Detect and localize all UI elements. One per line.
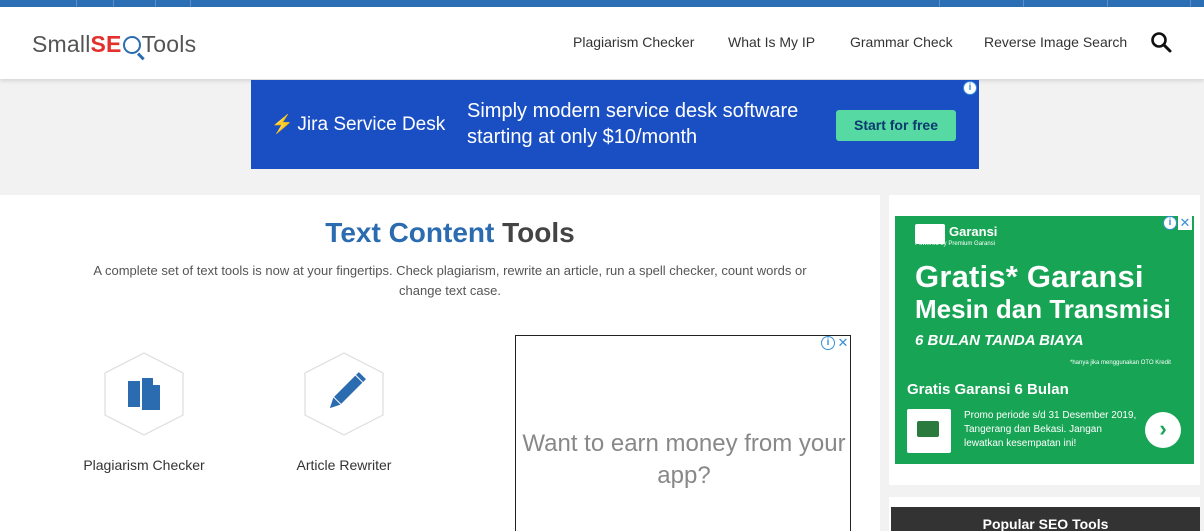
site-logo[interactable]: SmallSE Tools	[32, 31, 196, 58]
start-for-free-button[interactable]: Start for free	[836, 110, 956, 141]
popular-tools-heading: Popular SEO Tools	[891, 507, 1200, 531]
page-title: Text Content Tools	[325, 217, 575, 248]
adchoices-icon[interactable]: i	[1163, 216, 1177, 230]
nav-plagiarism-checker[interactable]: Plagiarism Checker	[573, 34, 694, 50]
nav-reverse-image-search[interactable]: Reverse Image Search	[984, 34, 1127, 50]
pencil-icon	[329, 372, 366, 409]
adchoices-icon[interactable]: i	[821, 336, 835, 350]
ad-promo: 6 BULAN TANDA BIAYA	[915, 332, 1084, 349]
tool-article-rewriter[interactable]: Article Rewriter	[264, 351, 424, 473]
adchoices-icon[interactable]: i	[963, 81, 977, 95]
app-monetization-ad[interactable]: Want to earn money from your app?	[515, 335, 851, 531]
ad-text: Want to earn money from your app?	[522, 430, 846, 489]
jira-brand: ⚡ Jira Service Desk	[271, 114, 446, 135]
top-accent-bar	[0, 0, 1204, 7]
nav-what-is-my-ip[interactable]: What Is My IP	[728, 34, 815, 50]
search-icon[interactable]	[1150, 31, 1172, 53]
tool-label: Article Rewriter	[296, 457, 392, 473]
ad-headline-2: Mesin dan Transmisi	[915, 294, 1171, 324]
ad-description: Promo periode s/d 31 Desember 2019, Tang…	[964, 410, 1137, 449]
chevron-right-icon[interactable]: ›	[1145, 412, 1181, 448]
tool-hexagon	[303, 351, 385, 437]
ad-powered-by: Powered by Premium Garansi	[915, 241, 996, 247]
ad-subheading: Gratis Garansi 6 Bulan	[907, 381, 1069, 398]
ad-headline-1: Gratis* Garansi	[915, 259, 1144, 294]
tool-label: Plagiarism Checker	[83, 457, 205, 473]
tool-hexagon	[103, 351, 185, 437]
ad-brand: Garansi	[949, 224, 998, 239]
close-ad-icon[interactable]: ✕	[1178, 216, 1192, 230]
jira-bolt-icon: ⚡	[271, 114, 294, 134]
site-header: SmallSE Tools Plagiarism Checker What Is …	[0, 7, 1204, 79]
ad-headline: Simply modern service desk software star…	[467, 100, 799, 148]
oto-garansi-ad[interactable]: Garansi Powered by Premium Garansi Grati…	[895, 216, 1194, 464]
tool-plagiarism-checker[interactable]: Plagiarism Checker	[64, 351, 224, 473]
documents-icon	[128, 376, 162, 412]
main-content: Text Content Tools A complete set of tex…	[0, 195, 880, 531]
ad-footnote: *hanya jika menggunakan OTO Kredit	[1070, 360, 1171, 366]
page-subtitle: A complete set of text tools is now at y…	[93, 263, 807, 298]
close-ad-icon[interactable]: ✕	[836, 336, 850, 350]
nav-grammar-check[interactable]: Grammar Check	[850, 34, 953, 50]
oto-small-logo	[907, 409, 951, 453]
jira-banner-ad[interactable]: ⚡ Jira Service Desk Simply modern service…	[251, 80, 979, 169]
logo-magnifier-icon	[122, 36, 141, 54]
